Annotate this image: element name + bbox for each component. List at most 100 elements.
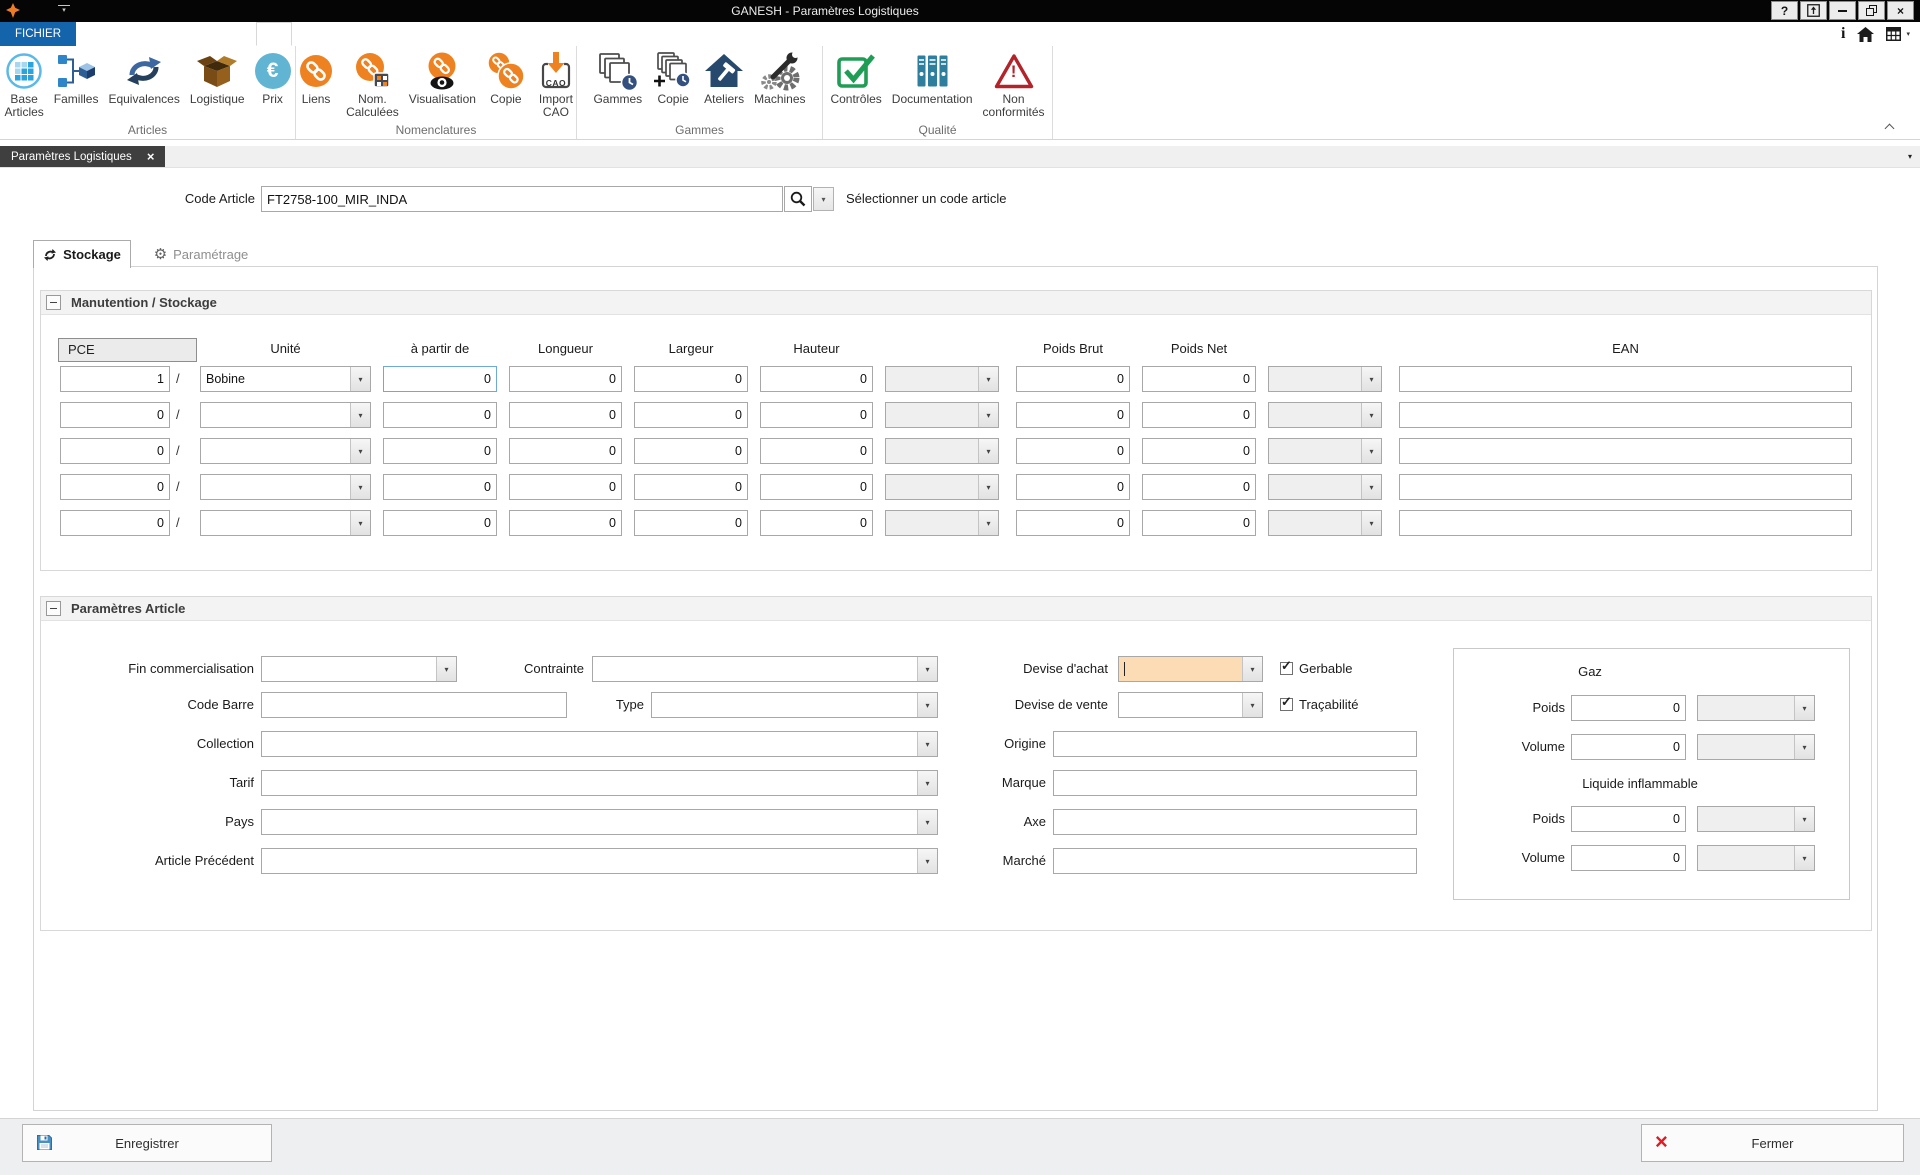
pce-input[interactable] [60,366,170,392]
hauteur-input[interactable] [760,402,873,428]
info-icon[interactable]: i [1841,26,1845,42]
ribbon-nom-calculees-button[interactable]: Nom. Calculées [341,48,404,120]
poids-brut-input[interactable] [1016,366,1130,392]
collapse-group-icon[interactable] [46,601,61,616]
gerbable-checkbox[interactable]: ✓ [1280,662,1293,675]
menu-tab[interactable] [184,22,220,46]
gaz-volume-unit-input[interactable] [1698,735,1794,759]
tab-close-icon[interactable]: × [147,150,155,163]
hauteur-input[interactable] [760,438,873,464]
poids-brut-input[interactable] [1016,438,1130,464]
hauteur-input[interactable] [760,510,873,536]
dropdown-arrow-icon[interactable]: ▾ [1794,807,1814,831]
poids-brut-input[interactable] [1016,402,1130,428]
article-precedent-combo[interactable]: ▾ [261,848,938,874]
menu-tab[interactable] [76,22,112,46]
restore-button[interactable] [1858,1,1885,20]
tab-list-dropdown-icon[interactable]: ▾ [1908,152,1912,161]
table-grid-icon[interactable] [1886,27,1901,41]
longueur-input[interactable] [509,510,622,536]
origine-input[interactable] [1053,731,1417,757]
code-barre-input[interactable] [261,692,567,718]
ean-input[interactable] [1399,366,1852,392]
pays-combo[interactable]: ▾ [261,809,938,835]
hauteur-input[interactable] [760,366,873,392]
ribbon-liens-button[interactable]: Liens [291,48,341,107]
menu-tab[interactable] [364,22,400,46]
dimension-unit-combo[interactable]: ▾ [885,366,999,392]
ribbon-copie-nomenclature-button[interactable]: Copie [481,48,531,107]
quick-access-dropdown-icon[interactable]: ▾ [58,5,70,14]
menu-tab-fichier[interactable]: FICHIER [0,22,76,46]
gaz-volume-unit-combo[interactable]: ▾ [1697,734,1815,760]
dropdown-arrow-icon[interactable]: ▾ [350,511,370,535]
pays-input[interactable] [262,810,917,834]
weight-unit-combo[interactable]: ▾ [1268,510,1382,536]
longueur-input[interactable] [509,402,622,428]
dimension-unit-combo[interactable]: ▾ [885,474,999,500]
ribbon-controles-button[interactable]: Contrôles [825,48,886,107]
poids-net-input[interactable] [1142,438,1256,464]
collapse-group-icon[interactable] [46,295,61,310]
dropdown-arrow-icon[interactable]: ▾ [1361,367,1381,391]
tracabilite-checkbox[interactable]: ✓ [1280,698,1293,711]
tarif-input[interactable] [262,771,917,795]
close-form-button[interactable]: × Fermer [1641,1124,1904,1162]
unit-combo-input[interactable] [201,367,350,391]
ribbon-machines-button[interactable]: Machines [749,48,810,107]
dropdown-arrow-icon[interactable]: ▾ [978,475,998,499]
devise-vente-combo[interactable]: ▾ [1118,692,1263,718]
dropdown-arrow-icon[interactable]: ▾ [350,403,370,427]
weight-unit-input[interactable] [1269,367,1361,391]
dropdown-arrow-icon[interactable]: ▾ [350,367,370,391]
help-button[interactable]: ? [1771,1,1798,20]
ribbon-base-articles-button[interactable]: Base Articles [0,48,49,120]
marque-input[interactable] [1053,770,1417,796]
menu-tab[interactable] [400,22,436,46]
type-input[interactable] [652,693,917,717]
unit-combo-input[interactable] [201,475,350,499]
pin-button[interactable] [1800,1,1827,20]
dropdown-arrow-icon[interactable]: ▾ [1242,657,1262,681]
collection-input[interactable] [262,732,917,756]
ribbon-familles-button[interactable]: Familles [49,48,104,107]
menu-tab[interactable] [220,22,256,46]
ribbon-import-cao-button[interactable]: CAO Import CAO [531,48,581,120]
a-partir-de-input[interactable] [383,438,497,464]
unit-combo-input[interactable] [201,511,350,535]
ribbon-gammes-button[interactable]: Gammes [588,48,647,107]
ribbon-logistique-button[interactable]: Logistique [185,48,250,107]
search-button[interactable] [784,186,812,212]
dropdown-arrow-icon[interactable]: ▾ [350,439,370,463]
dropdown-arrow-icon[interactable]: ▾ [978,511,998,535]
liquide-poids-unit-combo[interactable]: ▾ [1697,806,1815,832]
article-precedent-input[interactable] [262,849,917,873]
dimension-unit-combo[interactable]: ▾ [885,402,999,428]
a-partir-de-input[interactable] [383,510,497,536]
devise-achat-combo[interactable]: ▾ [1118,656,1263,682]
dimension-unit-combo[interactable]: ▾ [885,510,999,536]
largeur-input[interactable] [634,510,748,536]
document-tab-parametres-logistiques[interactable]: Paramètres Logistiques × [0,146,165,167]
dimension-unit-input[interactable] [886,475,978,499]
home-icon[interactable] [1857,27,1874,42]
save-button[interactable]: Enregistrer [22,1124,272,1162]
unit-combo[interactable]: ▾ [200,510,371,536]
ean-input[interactable] [1399,402,1852,428]
search-options-dropdown[interactable]: ▾ [813,187,834,211]
weight-unit-input[interactable] [1269,511,1361,535]
poids-net-input[interactable] [1142,402,1256,428]
ribbon-collapse-icon[interactable] [1886,123,1894,131]
menu-tab[interactable] [472,22,508,46]
ribbon-copie-gamme-button[interactable]: Copie [647,48,699,107]
code-article-input[interactable] [261,186,783,212]
gaz-poids-unit-input[interactable] [1698,696,1794,720]
liquide-poids-input[interactable] [1571,806,1686,832]
longueur-input[interactable] [509,474,622,500]
largeur-input[interactable] [634,366,748,392]
hauteur-input[interactable] [760,474,873,500]
pce-input[interactable] [60,510,170,536]
dropdown-arrow-icon[interactable]: ▾ [1242,693,1262,717]
contrainte-combo[interactable]: ▾ [592,656,938,682]
poids-net-input[interactable] [1142,510,1256,536]
